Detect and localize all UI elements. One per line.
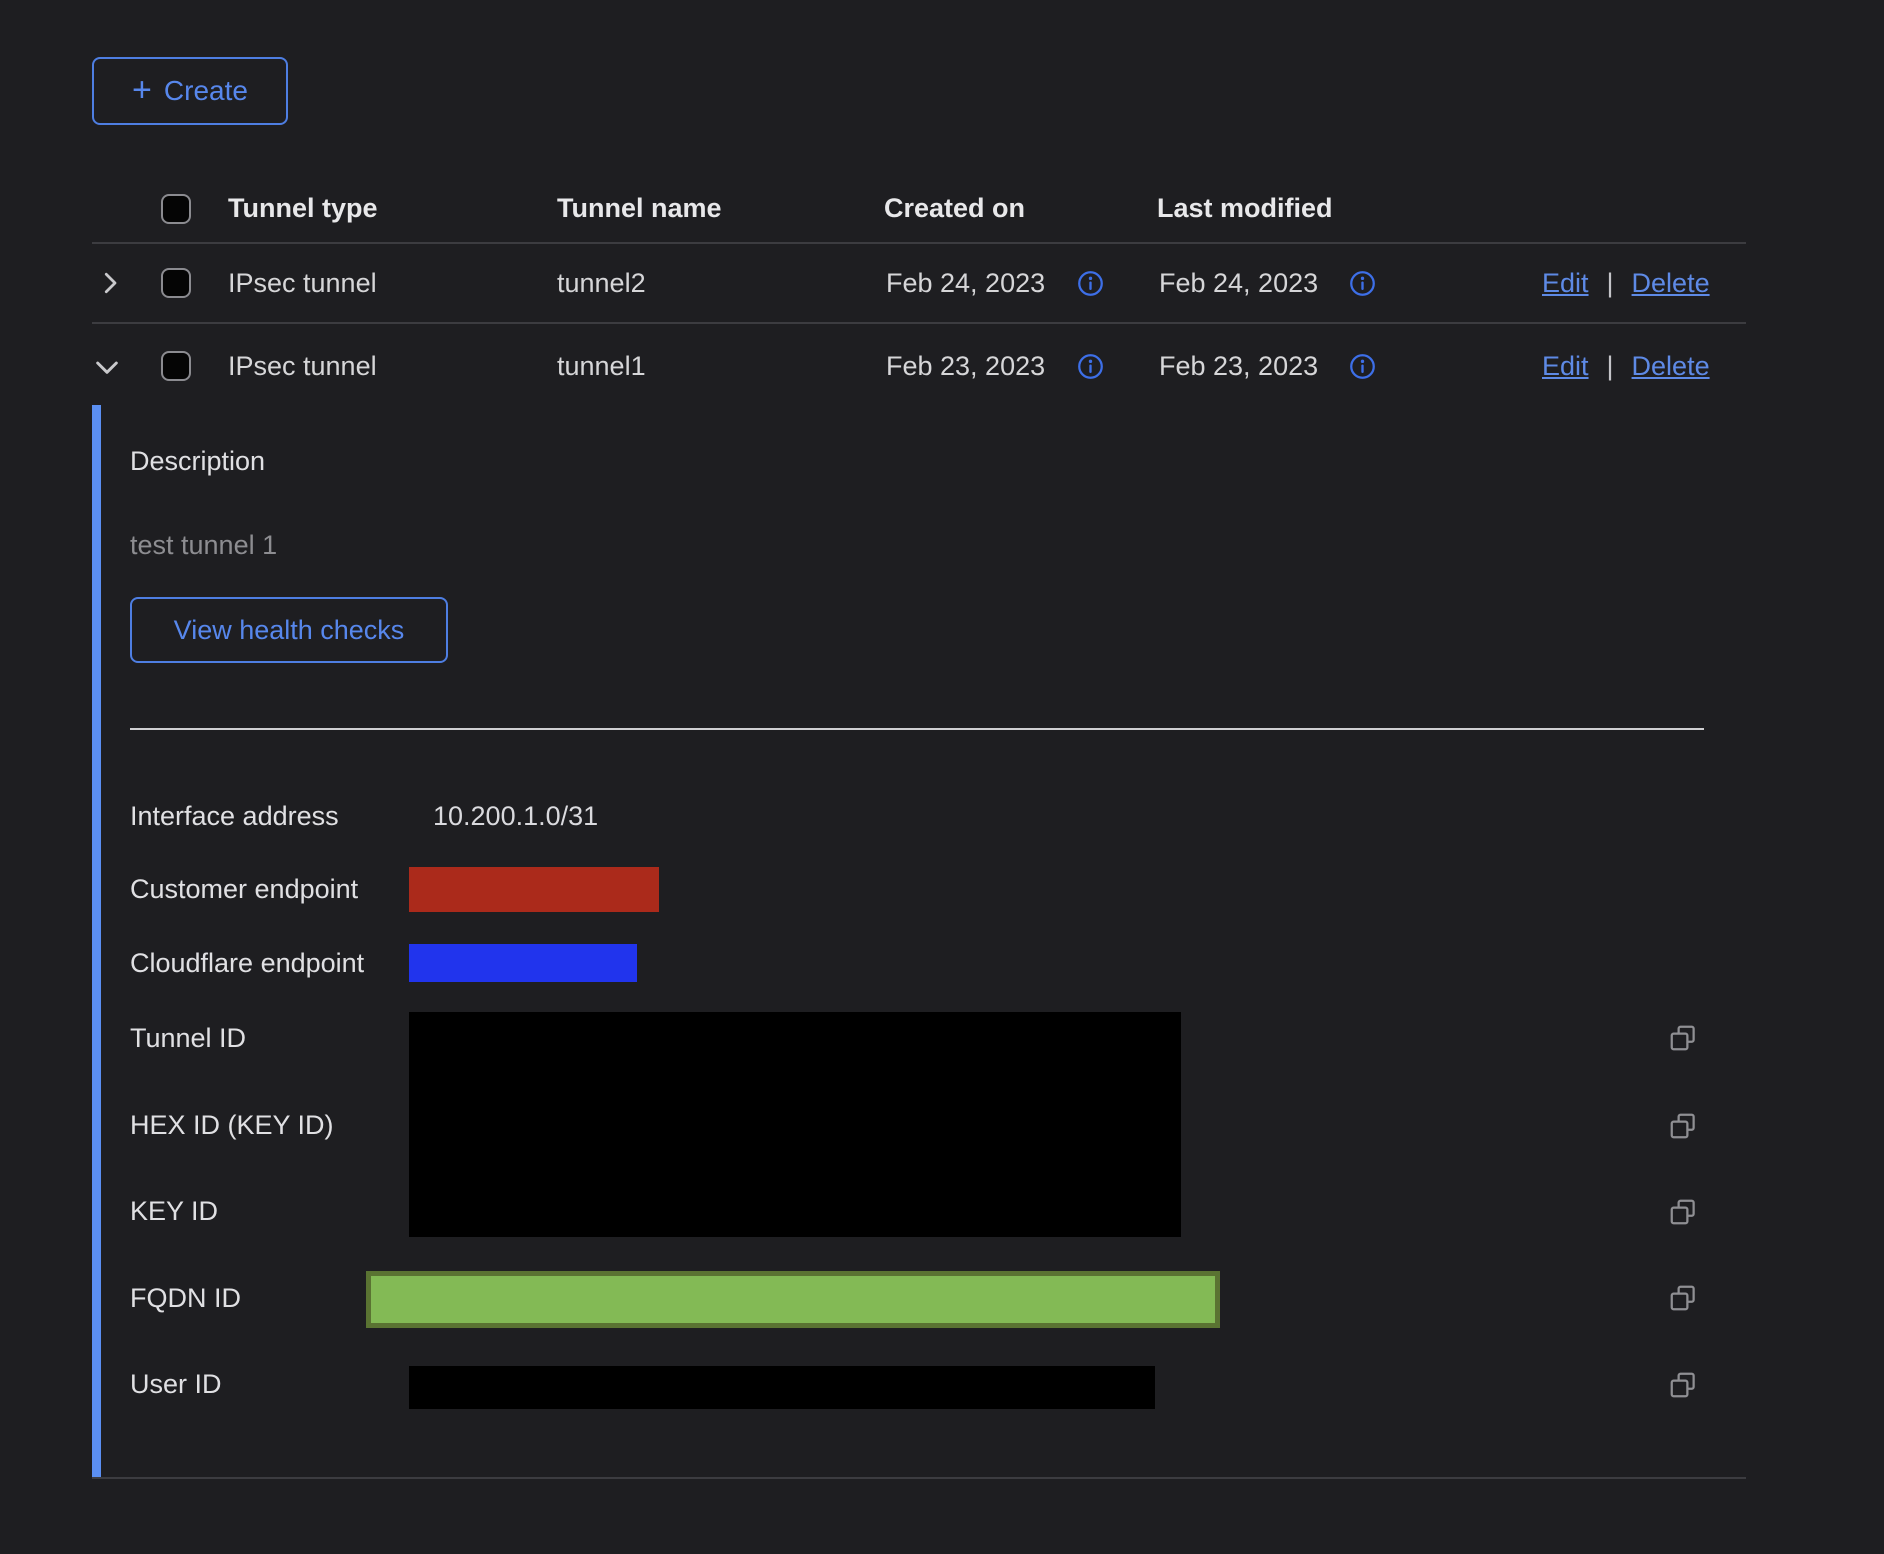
row-divider [92,322,1746,324]
delete-link[interactable]: Delete [1632,268,1710,299]
tunnel-id-label: Tunnel ID [130,1023,246,1054]
created-on-cell: Feb 24, 2023 [886,268,1045,299]
hex-id-label: HEX ID (KEY ID) [130,1110,334,1141]
copy-hex-id-icon[interactable] [1668,1111,1698,1141]
tunnel-name-cell: tunnel2 [557,268,646,299]
ipsec-tunnels-page: + Create Tunnel type Tunnel name Created… [0,0,1884,1554]
edit-link[interactable]: Edit [1542,268,1589,299]
view-health-checks-button[interactable]: View health checks [130,597,448,663]
row-checkbox-tunnel1[interactable] [161,351,191,381]
row-actions: Edit | Delete [1542,268,1710,299]
cloudflare-endpoint-redaction-block [409,944,637,982]
tunnel-type-cell: IPsec tunnel [228,351,377,382]
section-divider [130,728,1704,730]
user-id-label: User ID [130,1369,222,1400]
description-label: Description [130,446,265,477]
row-checkbox-tunnel2[interactable] [161,268,191,298]
column-header-tunnel-type: Tunnel type [228,193,378,224]
create-button[interactable]: + Create [92,57,288,125]
action-separator: | [1607,268,1614,299]
info-circle-icon[interactable] [1349,353,1376,380]
cloudflare-endpoint-label: Cloudflare endpoint [130,948,364,979]
select-all-checkbox[interactable] [161,194,191,224]
description-value: test tunnel 1 [130,530,277,561]
edit-link[interactable]: Edit [1542,351,1589,382]
copy-fqdn-id-icon[interactable] [1668,1283,1698,1313]
copy-user-id-icon[interactable] [1668,1370,1698,1400]
interface-address-label: Interface address [130,801,339,832]
fqdn-id-label: FQDN ID [130,1283,241,1314]
interface-address-value: 10.200.1.0/31 [433,801,598,832]
chevron-right-icon[interactable] [93,266,127,300]
key-id-label: KEY ID [130,1196,218,1227]
created-on-cell: Feb 23, 2023 [886,351,1045,382]
tunnel-name-cell: tunnel1 [557,351,646,382]
expanded-row-accent-bar [92,405,101,1478]
copy-key-id-icon[interactable] [1668,1197,1698,1227]
row-actions: Edit | Delete [1542,351,1710,382]
customer-endpoint-redaction-block [409,867,659,912]
view-health-checks-label: View health checks [174,615,405,646]
column-header-last-modified: Last modified [1157,193,1333,224]
user-id-redaction-block [409,1366,1155,1409]
last-modified-cell: Feb 24, 2023 [1159,268,1318,299]
delete-link[interactable]: Delete [1632,351,1710,382]
column-header-created-on: Created on [884,193,1025,224]
column-header-tunnel-name: Tunnel name [557,193,722,224]
chevron-down-icon[interactable] [90,350,124,384]
info-circle-icon[interactable] [1077,353,1104,380]
tunnel-ids-redaction-block [409,1012,1181,1237]
expanded-row-bottom-divider [92,1477,1746,1479]
customer-endpoint-label: Customer endpoint [130,874,358,905]
last-modified-cell: Feb 23, 2023 [1159,351,1318,382]
plus-icon: + [132,73,152,107]
info-circle-icon[interactable] [1077,270,1104,297]
header-divider [92,242,1746,244]
fqdn-id-redaction-block [366,1271,1220,1328]
copy-tunnel-id-icon[interactable] [1668,1023,1698,1053]
action-separator: | [1607,351,1614,382]
tunnel-type-cell: IPsec tunnel [228,268,377,299]
info-circle-icon[interactable] [1349,270,1376,297]
create-button-label: Create [164,75,248,107]
